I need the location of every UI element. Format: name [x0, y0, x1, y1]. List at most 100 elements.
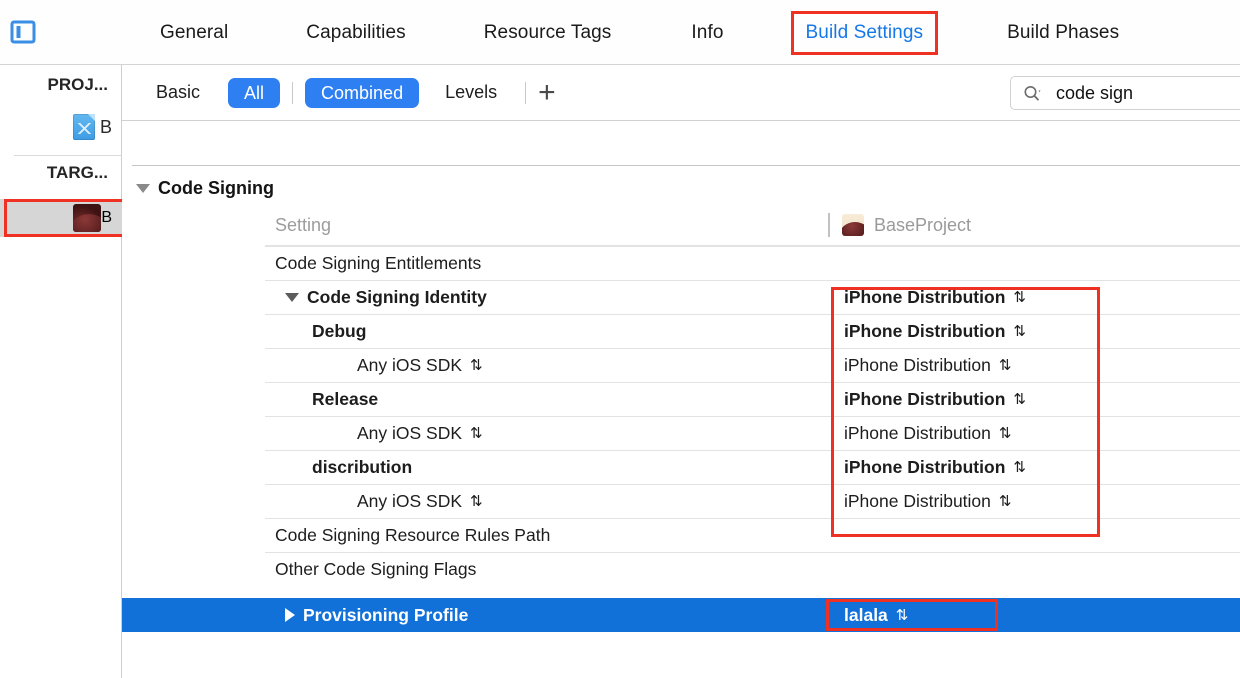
navigator-divider	[14, 155, 136, 156]
editor-tab-bar: General Capabilities Resource Tags Info …	[0, 0, 1240, 65]
row-value-label[interactable]: iPhone Distribution	[844, 389, 1005, 410]
search-input-value: code sign	[1056, 82, 1134, 103]
row-value-label[interactable]: iPhone Distribution	[844, 321, 1005, 342]
tab-build-phases[interactable]: Build Phases	[997, 16, 1129, 50]
column-header-project: BaseProject	[828, 214, 971, 236]
xcode-build-settings-window: General Capabilities Resource Tags Info …	[0, 0, 1240, 678]
table-row[interactable]: Any iOS SDK ⇅ iPhone Distribution ⇅	[122, 484, 1240, 518]
tab-info[interactable]: Info	[681, 16, 733, 50]
table-row[interactable]: Other Code Signing Flags	[122, 552, 1240, 586]
row-setting-label: discribution	[312, 456, 413, 477]
chevron-down-icon[interactable]	[285, 292, 299, 302]
stepper-icon[interactable]: ⇅	[999, 358, 1012, 373]
row-setting-value: iPhone Distribution ⇅	[828, 348, 1240, 382]
table-row[interactable]: Code Signing Entitlements	[122, 246, 1240, 280]
stepper-icon[interactable]: ⇅	[1013, 460, 1026, 475]
row-setting-value: iPhone Distribution ⇅	[828, 484, 1240, 518]
row-setting-name: Code Signing Identity	[122, 280, 828, 314]
table-row[interactable]: Any iOS SDK ⇅ iPhone Distribution ⇅	[122, 416, 1240, 450]
group-top-rule	[132, 165, 1240, 166]
group-header-code-signing[interactable]: Code Signing	[136, 173, 274, 203]
row-value-label[interactable]: iPhone Distribution	[844, 423, 991, 444]
chevron-right-icon[interactable]	[285, 608, 295, 622]
stepper-icon[interactable]: ⇅	[896, 608, 909, 623]
stepper-icon[interactable]: ⇅	[1013, 392, 1026, 407]
row-setting-value	[828, 552, 1240, 586]
table-row-selected[interactable]: Provisioning Profile lalala ⇅	[122, 598, 1240, 632]
stepper-icon[interactable]: ⇅	[1013, 324, 1026, 339]
column-header-setting: Setting	[275, 214, 332, 235]
row-setting-label: Any iOS SDK	[357, 354, 463, 375]
row-setting-name: Code Signing Entitlements	[122, 246, 828, 280]
row-setting-name: discribution	[122, 450, 828, 484]
table-row[interactable]: discribution iPhone Distribution ⇅	[122, 450, 1240, 484]
chevron-down-icon	[136, 183, 150, 193]
row-setting-name: Provisioning Profile	[122, 598, 828, 632]
row-setting-label: Code Signing Entitlements	[275, 252, 482, 273]
row-setting-name: Any iOS SDK ⇅	[122, 484, 828, 518]
row-value-label[interactable]: iPhone Distribution	[844, 355, 991, 376]
row-setting-label: Code Signing Resource Rules Path	[275, 524, 551, 545]
row-setting-value: lalala ⇅	[828, 598, 1240, 632]
row-setting-value: iPhone Distribution ⇅	[828, 314, 1240, 348]
row-setting-value: iPhone Distribution ⇅	[828, 382, 1240, 416]
filter-combined-button[interactable]: Combined	[305, 77, 420, 108]
stepper-icon[interactable]: ⇅	[470, 358, 483, 373]
row-value-label[interactable]: iPhone Distribution	[844, 491, 991, 512]
table-row[interactable]: Release iPhone Distribution ⇅	[122, 382, 1240, 416]
stepper-icon[interactable]: ⇅	[470, 494, 483, 509]
column-header-project-label: BaseProject	[874, 214, 972, 235]
navigator-project-item[interactable]: B	[0, 111, 122, 143]
stepper-icon[interactable]: ⇅	[999, 494, 1012, 509]
row-setting-name: Release	[122, 382, 828, 416]
toolbar-divider-1	[292, 81, 294, 104]
table-row[interactable]: Any iOS SDK ⇅ iPhone Distribution ⇅	[122, 348, 1240, 382]
row-value-label[interactable]: lalala	[844, 605, 888, 626]
row-setting-label: Other Code Signing Flags	[275, 558, 477, 579]
tab-build-settings[interactable]: Build Settings	[790, 10, 939, 55]
navigator-target-item[interactable]: B	[0, 199, 122, 237]
filter-all-button[interactable]: All	[228, 77, 281, 108]
build-settings-toolbar: Basic All Combined Levels + code sign	[122, 65, 1240, 121]
stepper-icon[interactable]: ⇅	[470, 426, 483, 441]
row-value-label[interactable]: iPhone Distribution	[844, 287, 1005, 308]
add-setting-button[interactable]: +	[538, 77, 556, 107]
table-column-headers: Setting BaseProject	[122, 205, 1240, 245]
row-setting-name: Other Code Signing Flags	[122, 552, 828, 586]
navigator-project-label: B	[99, 116, 112, 137]
row-setting-label: Debug	[312, 320, 367, 341]
table-row[interactable]: Code Signing Resource Rules Path	[122, 518, 1240, 552]
build-settings-table: Code Signing Setting BaseProject Code Si…	[122, 121, 1240, 678]
group-header-label: Code Signing	[158, 177, 274, 198]
row-setting-name: Code Signing Resource Rules Path	[122, 518, 828, 552]
toolbar-divider-2	[525, 81, 527, 104]
row-setting-label: Release	[312, 388, 379, 409]
filter-levels-button[interactable]: Levels	[439, 82, 503, 103]
app-target-icon	[842, 214, 864, 236]
tab-general[interactable]: General	[150, 16, 238, 50]
sidebar-toggle-icon[interactable]	[8, 18, 38, 46]
row-value-label[interactable]: iPhone Distribution	[844, 457, 1005, 478]
row-setting-value	[828, 246, 1240, 280]
row-setting-value: iPhone Distribution ⇅	[828, 450, 1240, 484]
projects-group-label: PROJ...	[47, 75, 108, 94]
targets-group-label: TARG...	[46, 163, 108, 182]
filter-basic-button[interactable]: Basic	[150, 82, 206, 103]
tab-resource-tags[interactable]: Resource Tags	[474, 16, 622, 50]
row-setting-value: iPhone Distribution ⇅	[828, 280, 1240, 314]
tab-capabilities[interactable]: Capabilities	[296, 16, 415, 50]
row-setting-name: Debug	[122, 314, 828, 348]
stepper-icon[interactable]: ⇅	[999, 426, 1012, 441]
project-navigator-panel: PROJ... B TARG... B	[0, 65, 136, 678]
app-target-icon	[73, 204, 102, 232]
table-row[interactable]: Code Signing Identity iPhone Distributio…	[122, 280, 1240, 314]
row-setting-value: iPhone Distribution ⇅	[828, 416, 1240, 450]
row-setting-label: Any iOS SDK	[357, 490, 463, 511]
row-setting-label: Any iOS SDK	[357, 422, 463, 443]
stepper-icon[interactable]: ⇅	[1013, 290, 1026, 305]
navigator-target-label: B	[101, 209, 112, 226]
table-row[interactable]: Debug iPhone Distribution ⇅	[122, 314, 1240, 348]
row-setting-value	[828, 518, 1240, 552]
search-input[interactable]: code sign	[1010, 76, 1240, 110]
row-setting-label: Provisioning Profile	[303, 604, 469, 625]
